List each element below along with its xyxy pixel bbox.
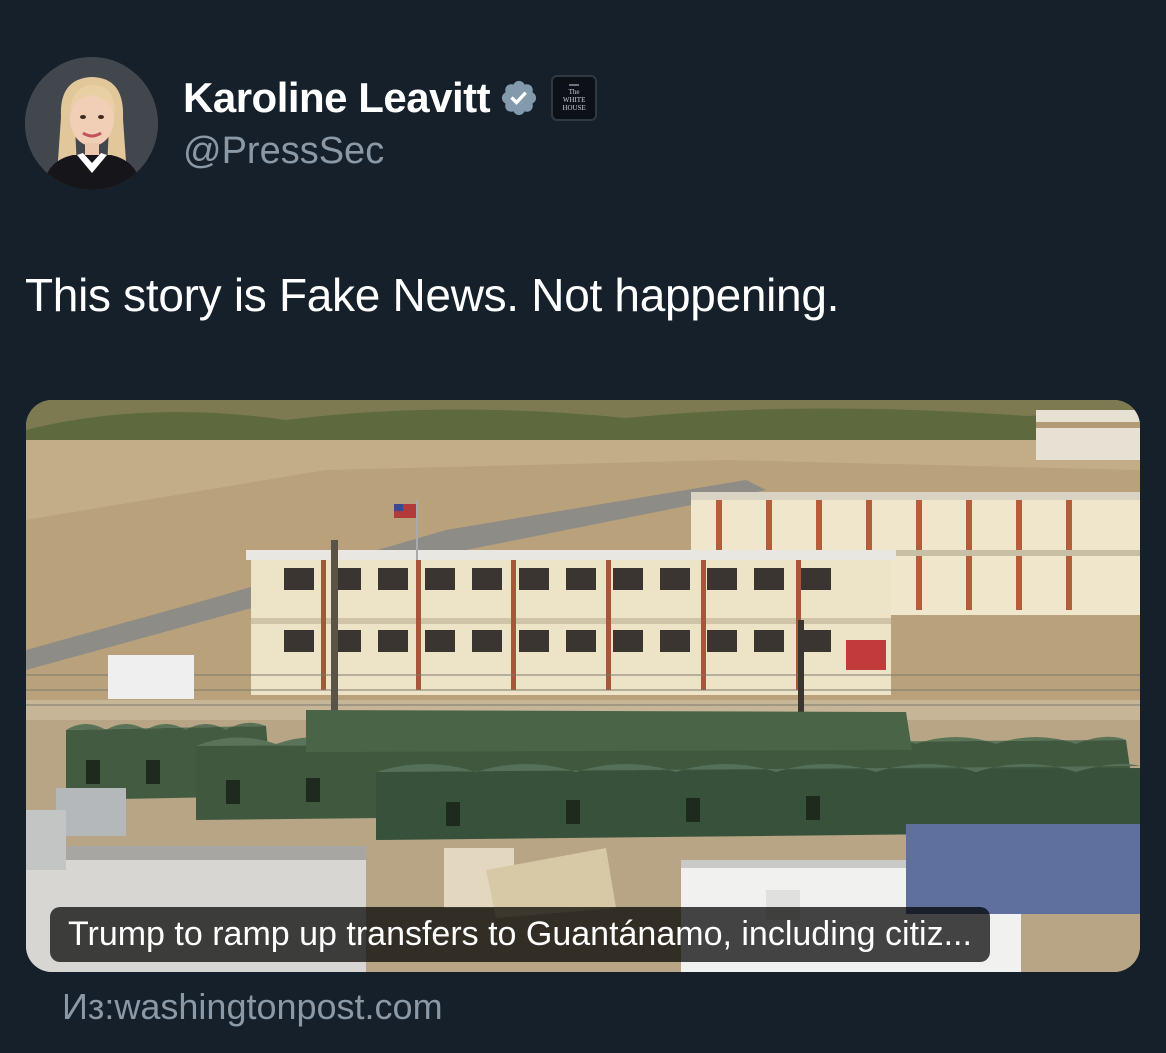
link-card-headline[interactable]: Trump to ramp up transfers to Guantánamo… <box>50 907 990 962</box>
detention-camp-tents-photo <box>26 400 1140 972</box>
link-source-domain[interactable]: Из:washingtonpost.com <box>62 986 443 1028</box>
badge-seal <box>569 84 580 86</box>
link-preview-card[interactable]: Trump to ramp up transfers to Guantánamo… <box>26 400 1140 972</box>
author-name-row: Karoline Leavitt The WHITE HOUSE <box>183 70 598 126</box>
affiliate-badge-text: The WHITE HOUSE <box>562 88 586 112</box>
avatar[interactable] <box>25 57 158 190</box>
verified-badge-icon[interactable] <box>499 78 539 118</box>
profile-photo <box>25 57 158 190</box>
user-handle[interactable]: @PressSec <box>183 130 384 173</box>
tweet-text: This story is Fake News. Not happening. <box>25 269 840 321</box>
tweet-card: Karoline Leavitt The WHITE HOUSE @PressS… <box>0 0 1166 1053</box>
display-name[interactable]: Karoline Leavitt <box>183 74 491 122</box>
white-house-badge-icon[interactable]: The WHITE HOUSE <box>551 75 598 121</box>
